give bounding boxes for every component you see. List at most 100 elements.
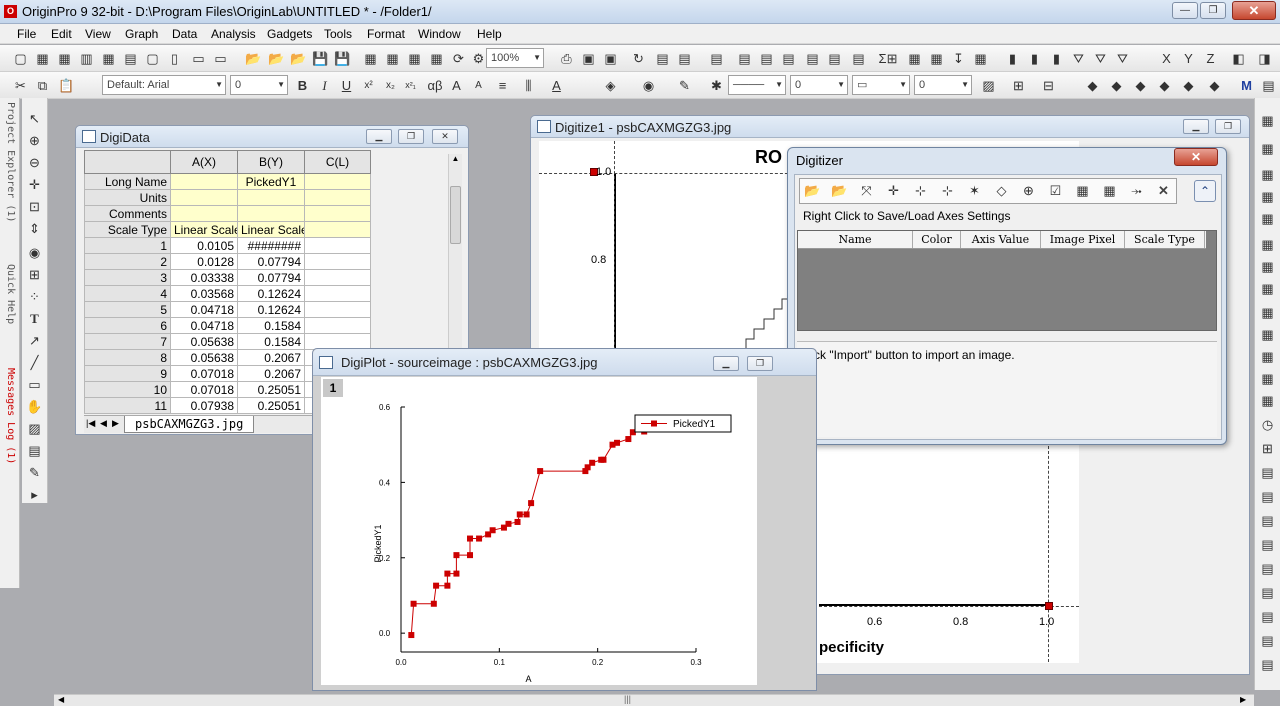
clear-filter-icon[interactable]: ⛛: [1092, 50, 1109, 67]
menu-analysis[interactable]: Analysis: [211, 27, 256, 41]
scroll-thumb[interactable]: [450, 186, 461, 244]
cell[interactable]: 0.0105: [170, 237, 238, 254]
messages-log-tab[interactable]: Messages Log (1): [2, 368, 16, 488]
layout10-icon[interactable]: ▦: [1259, 326, 1276, 343]
menu-data[interactable]: Data: [172, 27, 197, 41]
axis-marker[interactable]: [1045, 602, 1053, 610]
layout21-icon[interactable]: ▤: [1259, 632, 1276, 649]
bold-button[interactable]: B: [294, 77, 311, 94]
layout9-icon[interactable]: ▦: [1259, 304, 1276, 321]
increase-font-button[interactable]: A: [448, 77, 465, 94]
row-number[interactable]: 2: [84, 253, 171, 270]
sheet-tab[interactable]: psbCAXMGZG3.jpg: [124, 416, 255, 433]
new-project-icon[interactable]: ▢: [12, 50, 29, 67]
subscript-icon[interactable]: x₂: [382, 77, 399, 94]
supersub-icon[interactable]: x²₁: [402, 77, 419, 94]
row-number[interactable]: 3: [84, 269, 171, 286]
column-header-axis-value[interactable]: Axis Value: [961, 231, 1041, 248]
project-explorer-icon[interactable]: ▤: [708, 50, 725, 67]
digiplot-restore-button[interactable]: ❐: [747, 356, 773, 371]
layer-tool-icon[interactable]: ▤: [26, 442, 43, 459]
layout16-icon[interactable]: ▤: [1259, 512, 1276, 529]
zoom-combo[interactable]: 100% ▼: [486, 48, 544, 68]
merge-icon[interactable]: ⊟: [1040, 77, 1057, 94]
fill-color-icon[interactable]: ◈: [602, 77, 619, 94]
layout12-icon[interactable]: ▦: [1259, 370, 1276, 387]
layer-icon[interactable]: ◆: [1084, 77, 1101, 94]
cell[interactable]: [304, 173, 371, 190]
row-label-long-name[interactable]: Long Name: [84, 173, 171, 190]
cell[interactable]: 0.07938: [170, 397, 238, 414]
rectangle-tool-icon[interactable]: ▭: [26, 376, 43, 393]
set-z-icon[interactable]: Z: [1202, 50, 1219, 67]
greek-button[interactable]: αβ: [424, 77, 446, 94]
decrease-font-button[interactable]: A: [470, 77, 487, 94]
open-excel-icon[interactable]: 📂: [268, 50, 285, 67]
digitize1-minimize-button[interactable]: ▁: [1183, 119, 1209, 134]
move-left-icon[interactable]: ◧: [1230, 50, 1247, 67]
cell[interactable]: 0.07018: [170, 381, 238, 398]
cell[interactable]: 0.03338: [170, 269, 238, 286]
restore-button[interactable]: ❐: [1200, 2, 1226, 19]
results-log-icon[interactable]: ▤: [736, 50, 753, 67]
add-column-icon[interactable]: ▦: [1101, 182, 1118, 199]
script-window-icon[interactable]: ▤: [804, 50, 821, 67]
help-icon[interactable]: ▤: [1260, 77, 1277, 94]
row-label-comments[interactable]: Comments: [84, 205, 171, 222]
quick-help-tab[interactable]: Quick Help: [2, 264, 16, 334]
cell[interactable]: 0.0128: [170, 253, 238, 270]
cell[interactable]: 0.07794: [237, 253, 305, 270]
cell[interactable]: 0.04718: [170, 301, 238, 318]
arrow-tool-icon[interactable]: ↗: [26, 332, 43, 349]
move-right-icon[interactable]: ◨: [1256, 50, 1273, 67]
menu-help[interactable]: Help: [477, 27, 502, 41]
new-matrix-icon[interactable]: ▦: [100, 50, 117, 67]
zoom-out-icon[interactable]: ⊖: [26, 154, 43, 171]
print-icon[interactable]: ⎙: [558, 50, 575, 67]
import-multiple-icon[interactable]: ▦: [428, 50, 445, 67]
auto-trace-icon[interactable]: ✶: [966, 182, 983, 199]
export-graph-icon[interactable]: ▣: [602, 50, 619, 67]
border-width-combo[interactable]: 0 ▼: [914, 75, 972, 95]
line-style-combo[interactable]: ──── ▼: [728, 75, 786, 95]
layout19-icon[interactable]: ▤: [1259, 584, 1276, 601]
close-icon[interactable]: ✕: [1155, 182, 1172, 199]
layer2-icon[interactable]: ◆: [1108, 77, 1125, 94]
line-width-combo[interactable]: 0 ▼: [790, 75, 848, 95]
cell[interactable]: [304, 317, 371, 334]
cell[interactable]: 0.1584: [237, 317, 305, 334]
column-header-a[interactable]: A(X): [170, 150, 238, 174]
cell[interactable]: 0.04718: [170, 317, 238, 334]
cell[interactable]: 0.12624: [237, 285, 305, 302]
reapply-filter-icon[interactable]: ⛛: [1114, 50, 1131, 67]
cell[interactable]: [304, 253, 371, 270]
cell[interactable]: Linear Scale: [170, 221, 238, 238]
recalculate-icon[interactable]: ⟳: [450, 50, 467, 67]
clock-icon[interactable]: ◷: [1259, 416, 1276, 433]
column-chart-icon[interactable]: ▮: [1026, 50, 1043, 67]
y-axis-pick-icon[interactable]: ⊹: [939, 182, 956, 199]
superscript-icon[interactable]: x²: [360, 77, 377, 94]
row-number[interactable]: 5: [84, 301, 171, 318]
cell[interactable]: 0.1584: [237, 333, 305, 350]
bar-chart-icon[interactable]: ▮: [1004, 50, 1021, 67]
cell[interactable]: [304, 221, 371, 238]
open-folder-icon[interactable]: 📂: [245, 50, 262, 67]
set-x-icon[interactable]: X: [1158, 50, 1175, 67]
layer6-icon[interactable]: ◆: [1206, 77, 1223, 94]
set-y-icon[interactable]: Y: [1180, 50, 1197, 67]
save-window-icon[interactable]: 💾: [334, 50, 351, 67]
cell[interactable]: [170, 205, 238, 222]
statistics-icon[interactable]: ▦: [906, 50, 923, 67]
line-color-icon[interactable]: ✎: [676, 77, 693, 94]
layout20-icon[interactable]: ▤: [1259, 608, 1276, 625]
cell[interactable]: 0.05638: [170, 349, 238, 366]
italic-button[interactable]: I: [316, 77, 333, 94]
row-number[interactable]: 1: [84, 237, 171, 254]
add-point-icon[interactable]: ⊕: [1020, 182, 1037, 199]
cut-icon[interactable]: ✂: [12, 77, 29, 94]
cell[interactable]: 0.07018: [170, 365, 238, 382]
scroll-up-icon[interactable]: ▲: [449, 154, 462, 168]
tab-next-icon[interactable]: ▶: [112, 418, 119, 429]
row-number[interactable]: 6: [84, 317, 171, 334]
